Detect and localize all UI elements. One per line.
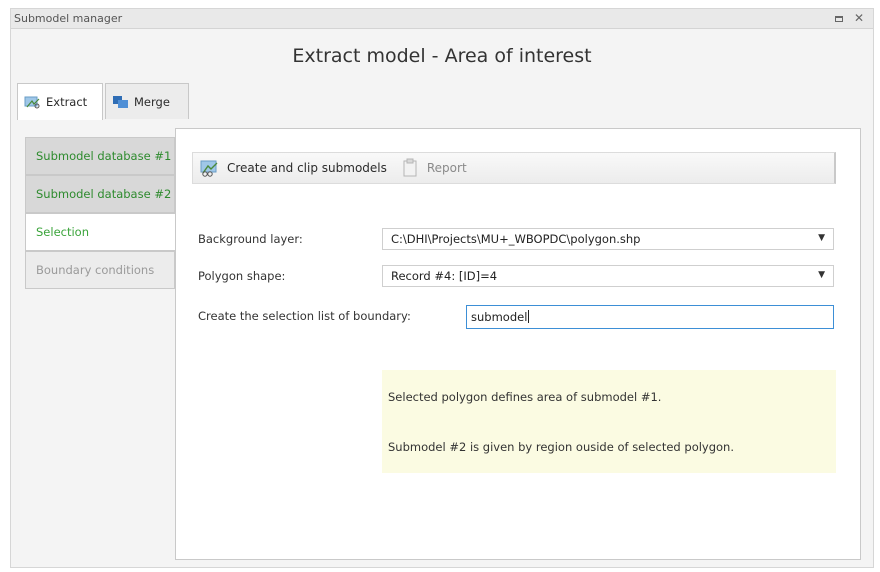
report-button[interactable]: Report: [393, 153, 473, 183]
report-label: Report: [426, 161, 467, 175]
polygon-shape-value: Record #4: [ID]=4: [391, 269, 498, 283]
create-and-clip-button[interactable]: Create and clip submodels: [193, 153, 393, 183]
tab-merge[interactable]: Merge: [105, 83, 189, 119]
background-layer-value: C:\DHI\Projects\MU+_WBOPDC\polygon.shp: [391, 232, 641, 246]
selection-list-label: Create the selection list of boundary:: [198, 309, 411, 323]
polygon-shape-label: Polygon shape:: [198, 269, 286, 283]
tab-merge-label: Merge: [134, 94, 170, 109]
title-bar: Submodel manager ✕: [11, 9, 873, 29]
close-button[interactable]: ✕: [851, 10, 867, 26]
background-layer-select[interactable]: C:\DHI\Projects\MU+_WBOPDC\polygon.shp ▼: [382, 228, 834, 250]
sidebar-item-boundary-conditions: Boundary conditions: [25, 251, 175, 289]
window-title: Submodel manager: [14, 12, 123, 25]
step-navigation: Submodel database #1 Submodel database #…: [25, 137, 175, 289]
submodel-manager-window: Submodel manager ✕ Extract model - Area …: [10, 8, 874, 568]
sidebar-item-submodel-database-1[interactable]: Submodel database #1: [25, 137, 175, 175]
create-and-clip-label: Create and clip submodels: [227, 161, 387, 175]
background-layer-label: Background layer:: [198, 232, 303, 246]
merge-icon: [112, 95, 130, 109]
selection-list-value: submodel: [471, 310, 528, 324]
info-line-2: Submodel #2 is given by region ouside of…: [388, 440, 735, 454]
extract-icon: [24, 95, 42, 109]
tab-extract[interactable]: Extract: [17, 83, 103, 120]
page-title: Extract model - Area of interest: [292, 45, 592, 67]
selection-panel: Create and clip submodels Report Backgro…: [175, 128, 861, 560]
action-toolbar: Create and clip submodels Report: [192, 152, 836, 184]
text-caret: [528, 310, 530, 323]
info-line-1: Selected polygon defines area of submode…: [388, 390, 662, 404]
dropdown-arrow-icon: ▼: [818, 233, 825, 243]
info-box: Selected polygon defines area of submode…: [382, 370, 836, 473]
maximize-button[interactable]: [831, 10, 847, 26]
report-icon: [399, 158, 421, 178]
sidebar-item-submodel-database-2[interactable]: Submodel database #2: [25, 175, 175, 213]
polygon-shape-select[interactable]: Record #4: [ID]=4 ▼: [382, 265, 834, 287]
selection-list-input[interactable]: submodel: [466, 305, 834, 329]
maximize-icon: [835, 15, 843, 22]
sidebar-item-selection[interactable]: Selection: [25, 213, 175, 251]
dropdown-arrow-icon: ▼: [818, 270, 825, 280]
tab-extract-label: Extract: [46, 95, 88, 109]
extract-icon: [199, 158, 221, 178]
